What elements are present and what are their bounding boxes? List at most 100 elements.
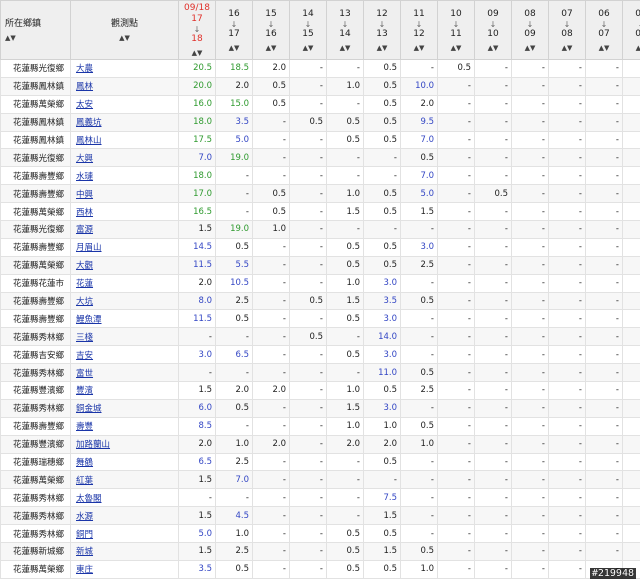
rainfall-value-cell: - (289, 488, 327, 508)
rainfall-value-cell: 1.0 (215, 524, 253, 544)
hour-column-header[interactable]: 09/18 17 ↓ 18 ▲▼ (178, 0, 216, 60)
rainfall-value-cell: - (437, 506, 475, 526)
hour-column-header[interactable]: 06 ↓ 07 ▲▼ (585, 0, 623, 60)
sort-icon[interactable]: ▲▼ (512, 44, 548, 52)
rainfall-value-cell: - (622, 327, 640, 347)
hour-column-header[interactable]: 12 ↓ 13 ▲▼ (363, 0, 401, 60)
site-link[interactable]: 加路蘭山 (76, 440, 110, 450)
site-link[interactable]: 舞鶴 (76, 458, 93, 468)
site-link[interactable]: 花蓮 (76, 279, 93, 289)
rainfall-value-cell: 19.0 (215, 220, 253, 239)
hour-column-header[interactable]: 14 ↓ 15 ▲▼ (289, 0, 327, 60)
sort-icon[interactable]: ▲▼ (586, 44, 622, 52)
site-link[interactable]: 水璉 (76, 172, 93, 182)
sort-icon[interactable]: ▲▼ (401, 44, 437, 52)
rainfall-value-cell: 2.0 (178, 273, 216, 293)
area-cell: 花蓮縣秀林鄉 (0, 327, 71, 347)
rainfall-value-cell: - (252, 130, 290, 150)
rainfall-value-cell: - (622, 434, 640, 454)
site-link[interactable]: 太安 (76, 100, 93, 110)
site-link[interactable]: 新城 (76, 547, 93, 557)
site-link[interactable]: 大坑 (76, 297, 93, 307)
area-column-header[interactable]: 所在鄉鎮 ▲▼ (0, 0, 71, 60)
table-row: 花蓮縣萬榮鄉太安16.015.00.5--0.52.0------ (0, 94, 640, 114)
sort-icon[interactable]: ▲▼ (5, 34, 70, 42)
rainfall-value-cell: - (474, 148, 512, 168)
site-link[interactable]: 月眉山 (76, 243, 102, 253)
site-link[interactable]: 紅葉 (76, 476, 93, 486)
hour-column-header[interactable]: 05↓06 ▲▼ (622, 0, 640, 60)
rainfall-value-cell: - (474, 363, 512, 383)
rainfall-value-cell: - (289, 542, 327, 561)
rainfall-value-cell: - (289, 148, 327, 168)
sort-icon[interactable]: ▲▼ (364, 44, 400, 52)
rainfall-value-cell: - (622, 255, 640, 275)
site-link[interactable]: 東庄 (76, 565, 93, 575)
sort-icon[interactable]: ▲▼ (290, 44, 326, 52)
rainfall-value-cell: - (252, 327, 290, 347)
sort-icon[interactable]: ▲▼ (179, 49, 215, 57)
site-link[interactable]: 鳳林山 (76, 136, 102, 146)
arrow-down-icon: ↓ (489, 19, 497, 29)
hour-column-header[interactable]: 13 ↓ 14 ▲▼ (326, 0, 364, 60)
site-link[interactable]: 鳳林 (76, 82, 93, 92)
rainfall-value-cell: - (622, 112, 640, 132)
sort-icon[interactable]: ▲▼ (623, 44, 640, 52)
hour-column-header[interactable]: 16 ↓ 17 ▲▼ (215, 0, 253, 60)
site-link[interactable]: 水源 (76, 512, 93, 522)
site-link[interactable]: 鯉魚潭 (76, 315, 102, 325)
rainfall-value-cell: - (400, 506, 438, 526)
rainfall-value-cell: - (622, 291, 640, 311)
site-link[interactable]: 大農 (76, 64, 93, 74)
hour-column-header[interactable]: 08 ↓ 09 ▲▼ (511, 0, 549, 60)
site-link[interactable]: 吉安 (76, 351, 93, 361)
site-link[interactable]: 銅門 (76, 530, 93, 540)
sort-icon[interactable]: ▲▼ (253, 44, 289, 52)
site-link[interactable]: 鳳義坑 (76, 118, 102, 128)
area-cell: 花蓮縣秀林鄉 (0, 488, 71, 508)
sort-icon[interactable]: ▲▼ (438, 44, 474, 52)
site-link[interactable]: 大觀 (76, 261, 93, 271)
site-link[interactable]: 富源 (76, 225, 93, 235)
sort-icon[interactable]: ▲▼ (71, 34, 178, 42)
hour-column-header[interactable]: 15 ↓ 16 ▲▼ (252, 0, 290, 60)
site-link[interactable]: 壽豐 (76, 422, 93, 432)
site-link[interactable]: 富世 (76, 369, 93, 379)
rainfall-value-cell: - (548, 327, 586, 347)
site-link[interactable]: 大興 (76, 154, 93, 164)
site-link[interactable]: 中興 (76, 190, 93, 200)
hour-column-header[interactable]: 07 ↓ 08 ▲▼ (548, 0, 586, 60)
rainfall-value-cell: - (252, 470, 290, 490)
rainfall-value-cell: - (437, 398, 475, 418)
rainfall-value-cell: 1.0 (400, 559, 438, 579)
hour-column-header[interactable]: 11 ↓ 12 ▲▼ (400, 0, 438, 60)
rainfall-value-cell: 18.0 (178, 166, 216, 186)
sort-icon[interactable]: ▲▼ (216, 44, 252, 52)
site-link[interactable]: 銅金城 (76, 404, 102, 414)
rainfall-value-cell: - (363, 470, 401, 490)
site-link[interactable]: 西林 (76, 208, 93, 218)
table-row: 花蓮縣光復鄉富源1.519.01.0---------- (0, 220, 640, 239)
rainfall-value-cell: 2.0 (363, 434, 401, 454)
hour-start-label: 13 (339, 8, 351, 19)
sort-icon[interactable]: ▲▼ (327, 44, 363, 52)
sort-icon[interactable]: ▲▼ (475, 44, 511, 52)
hour-column-header[interactable]: 09 ↓ 10 ▲▼ (474, 0, 512, 60)
rainfall-value-cell: - (326, 363, 364, 383)
rainfall-value-cell: - (511, 202, 549, 222)
hour-column-header[interactable]: 10 ↓ 11 ▲▼ (437, 0, 475, 60)
site-link[interactable]: 三棧 (76, 333, 93, 343)
sort-icon[interactable]: ▲▼ (549, 44, 585, 52)
site-column-header[interactable]: 觀測點 ▲▼ (70, 0, 179, 60)
rainfall-value-cell: - (622, 542, 640, 561)
rainfall-value-cell: 9.5 (400, 112, 438, 132)
rainfall-value-cell: - (622, 184, 640, 204)
table-row: 花蓮縣壽豐鄉月眉山14.50.5--0.50.53.0------ (0, 237, 640, 257)
area-cell: 花蓮縣壽豐鄉 (0, 291, 71, 311)
site-link[interactable]: 太魯閣 (76, 494, 102, 504)
rainfall-value-cell: - (548, 166, 586, 186)
rainfall-value-cell: - (289, 273, 327, 293)
area-cell: 花蓮縣萬榮鄉 (0, 202, 71, 222)
site-link[interactable]: 豐濱 (76, 386, 93, 396)
rainfall-value-cell: - (511, 434, 549, 454)
